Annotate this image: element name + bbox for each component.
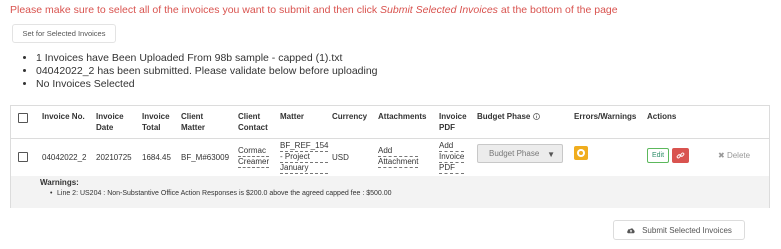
status-message-list: 1 Invoices have Been Uploaded From 98b s… — [22, 52, 378, 91]
header-budget-phase: Budget Phase — [477, 111, 540, 122]
warnings-panel: Warnings: Line 2: US204 : Non-Substantiv… — [11, 176, 769, 208]
currency-cell: USD — [332, 153, 349, 162]
info-icon[interactable] — [532, 113, 540, 121]
header-client-matter: Client Matter — [181, 112, 206, 132]
link-glyph-icon — [676, 152, 685, 159]
select-all-checkbox[interactable] — [18, 113, 28, 123]
budget-phase-select[interactable]: Budget Phase ▼ — [477, 144, 563, 163]
row-select-checkbox[interactable] — [18, 152, 28, 162]
invoice-total-cell: 1684.45 — [142, 153, 171, 162]
invoice-no-cell: 04042022_2 — [42, 153, 87, 162]
header-matter: Matter — [280, 112, 305, 121]
delete-label: Delete — [726, 151, 751, 160]
status-message: 04042022_2 has been submitted. Please va… — [36, 65, 378, 78]
header-invoice-no: Invoice No. — [42, 112, 85, 121]
instructions-text: Please make sure to select all of the in… — [10, 4, 381, 16]
delete-button[interactable]: ✖ Delete — [718, 151, 750, 160]
status-message: No Invoices Selected — [36, 78, 378, 91]
submit-instructions: Please make sure to select all of the in… — [10, 4, 618, 16]
header-invoice-total: Invoice Total — [142, 112, 170, 132]
warnings-title: Warnings: — [40, 178, 79, 187]
client-matter-cell: BF_M#63009 — [181, 153, 230, 162]
client-contact-link[interactable]: Cormac Creamer — [238, 146, 270, 168]
instructions-emphasis: Submit Selected Invoices — [380, 4, 498, 16]
instructions-text-end: at the bottom of the page — [497, 4, 618, 16]
submit-label: Submit Selected Invoices — [642, 225, 732, 235]
header-currency: Currency — [332, 112, 368, 121]
status-message: 1 Invoices have Been Uploaded From 98b s… — [36, 52, 378, 65]
header-invoice-pdf: Invoice PDF — [439, 112, 467, 132]
cloud-upload-icon — [627, 227, 635, 233]
header-invoice-date: Invoice Date — [96, 112, 124, 132]
header-client-contact: Client Contact — [238, 112, 268, 132]
submit-selected-invoices-button[interactable]: Submit Selected Invoices — [613, 220, 745, 240]
warning-item: Line 2: US204 : Non-Substantive Office A… — [50, 190, 392, 197]
add-attachment-link[interactable]: Add Attachment — [378, 146, 419, 168]
caret-down-icon: ▼ — [547, 150, 555, 159]
invoice-date-cell: 20210725 — [96, 153, 132, 162]
table-header: Invoice No. Invoice Date Invoice Total Cli… — [11, 106, 769, 139]
warning-icon[interactable] — [574, 146, 588, 160]
matter-link[interactable]: BF_REF_154 - Project January — [280, 141, 329, 174]
add-invoice-pdf-link[interactable]: Add Invoice PDF — [439, 141, 465, 174]
header-attachments: Attachments — [378, 112, 427, 121]
header-errors-warnings: Errors/Warnings — [574, 112, 637, 121]
budget-phase-value: Budget Phase — [489, 149, 540, 158]
invoices-table: Invoice No. Invoice Date Invoice Total Cli… — [10, 105, 770, 208]
link-icon[interactable] — [672, 148, 689, 163]
delete-x-icon: ✖ — [718, 151, 725, 160]
header-actions: Actions — [647, 112, 677, 121]
table-row: 04042022_2 20210725 1684.45 BF_M#63009 C… — [11, 139, 769, 177]
set-for-selected-button[interactable]: Set for Selected Invoices — [12, 24, 116, 43]
edit-button[interactable]: Edit — [647, 148, 669, 163]
